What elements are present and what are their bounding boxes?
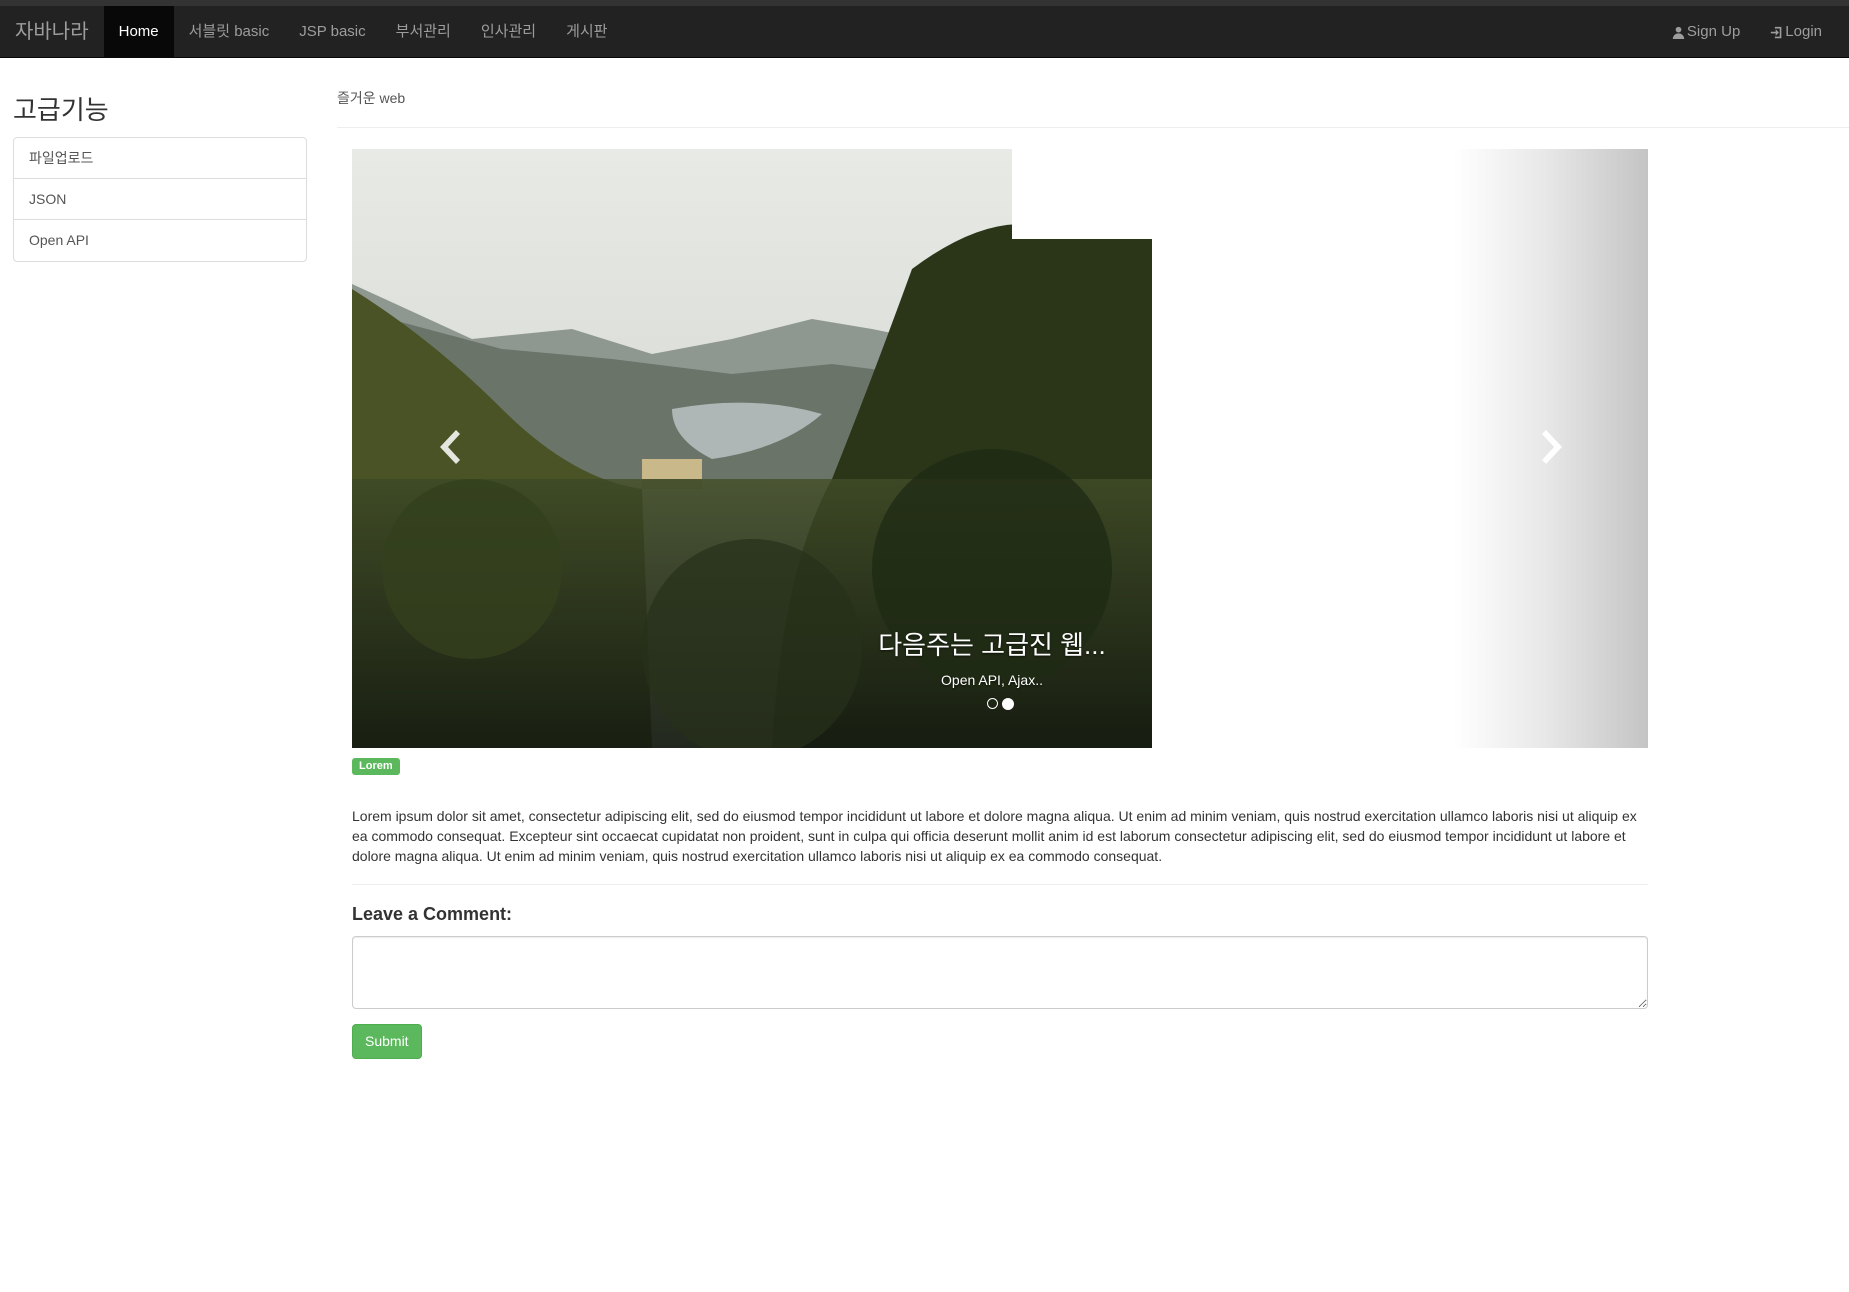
nav-item-servlet-basic[interactable]: 서블릿 basic (174, 6, 285, 58)
sidebar-title: 고급기능 (13, 95, 109, 125)
comment-textarea[interactable] (352, 936, 1648, 1009)
carousel-indicators (987, 698, 1014, 710)
log-in-icon (1771, 26, 1782, 38)
nav-item-board[interactable]: 게시판 (551, 6, 622, 58)
carousel-indicator-1[interactable] (987, 698, 998, 709)
sidebar-list: 파일업로드 JSON Open API (13, 137, 307, 262)
sign-up-link[interactable]: Sign Up (1657, 6, 1755, 58)
nav-item-home[interactable]: Home (103, 5, 174, 58)
caption-title: 다음주는 고급진 웹... (878, 630, 1106, 660)
carousel-indicator-2[interactable] (1002, 698, 1014, 710)
user-icon (1672, 26, 1685, 39)
nav-item-dept-management[interactable]: 부서관리 (381, 6, 466, 58)
breadcrumb: 즐거운 web (337, 90, 406, 106)
nav-item-hr-management[interactable]: 인사관리 (466, 6, 551, 58)
login-label: Login (1785, 23, 1822, 40)
navbar: 자바나라 Home 서블릿 basic JSP basic 부서관리 인사관리 … (0, 5, 1849, 58)
submit-button[interactable]: Submit (352, 1024, 422, 1059)
carousel-prev-button[interactable] (440, 429, 464, 474)
divider (352, 884, 1648, 885)
main-nav: Home 서블릿 basic JSP basic 부서관리 인사관리 게시판 (103, 5, 623, 58)
carousel-next-button[interactable] (1538, 429, 1562, 474)
caption-text: Open API, Ajax.. (941, 672, 1043, 688)
brand-logo[interactable]: 자바나라 (0, 6, 104, 58)
comment-title: Leave a Comment: (352, 904, 513, 924)
article-body: Lorem ipsum dolor sit amet, consectetur … (352, 808, 1637, 864)
sidebar-item-file-upload[interactable]: 파일업로드 (14, 138, 306, 179)
sidebar-item-open-api[interactable]: Open API (14, 220, 306, 261)
chevron-right-icon (1542, 430, 1562, 464)
login-link[interactable]: Login (1755, 6, 1837, 58)
nav-item-jsp-basic[interactable]: JSP basic (284, 6, 380, 58)
image-carousel[interactable]: 다음주는 고급진 웹... Open API, Ajax.. (352, 149, 1648, 748)
nav-right: Sign Up Login (1657, 6, 1837, 58)
breadcrumb-divider (337, 127, 1849, 128)
chevron-left-icon (440, 430, 460, 464)
sidebar: 고급기능 파일업로드 JSON Open API (13, 90, 307, 262)
tag-label: Lorem (352, 758, 400, 775)
sign-up-label: Sign Up (1686, 23, 1741, 40)
sidebar-item-json[interactable]: JSON (14, 179, 306, 220)
carousel-caption: 다음주는 고급진 웹... Open API, Ajax.. (872, 625, 1112, 688)
